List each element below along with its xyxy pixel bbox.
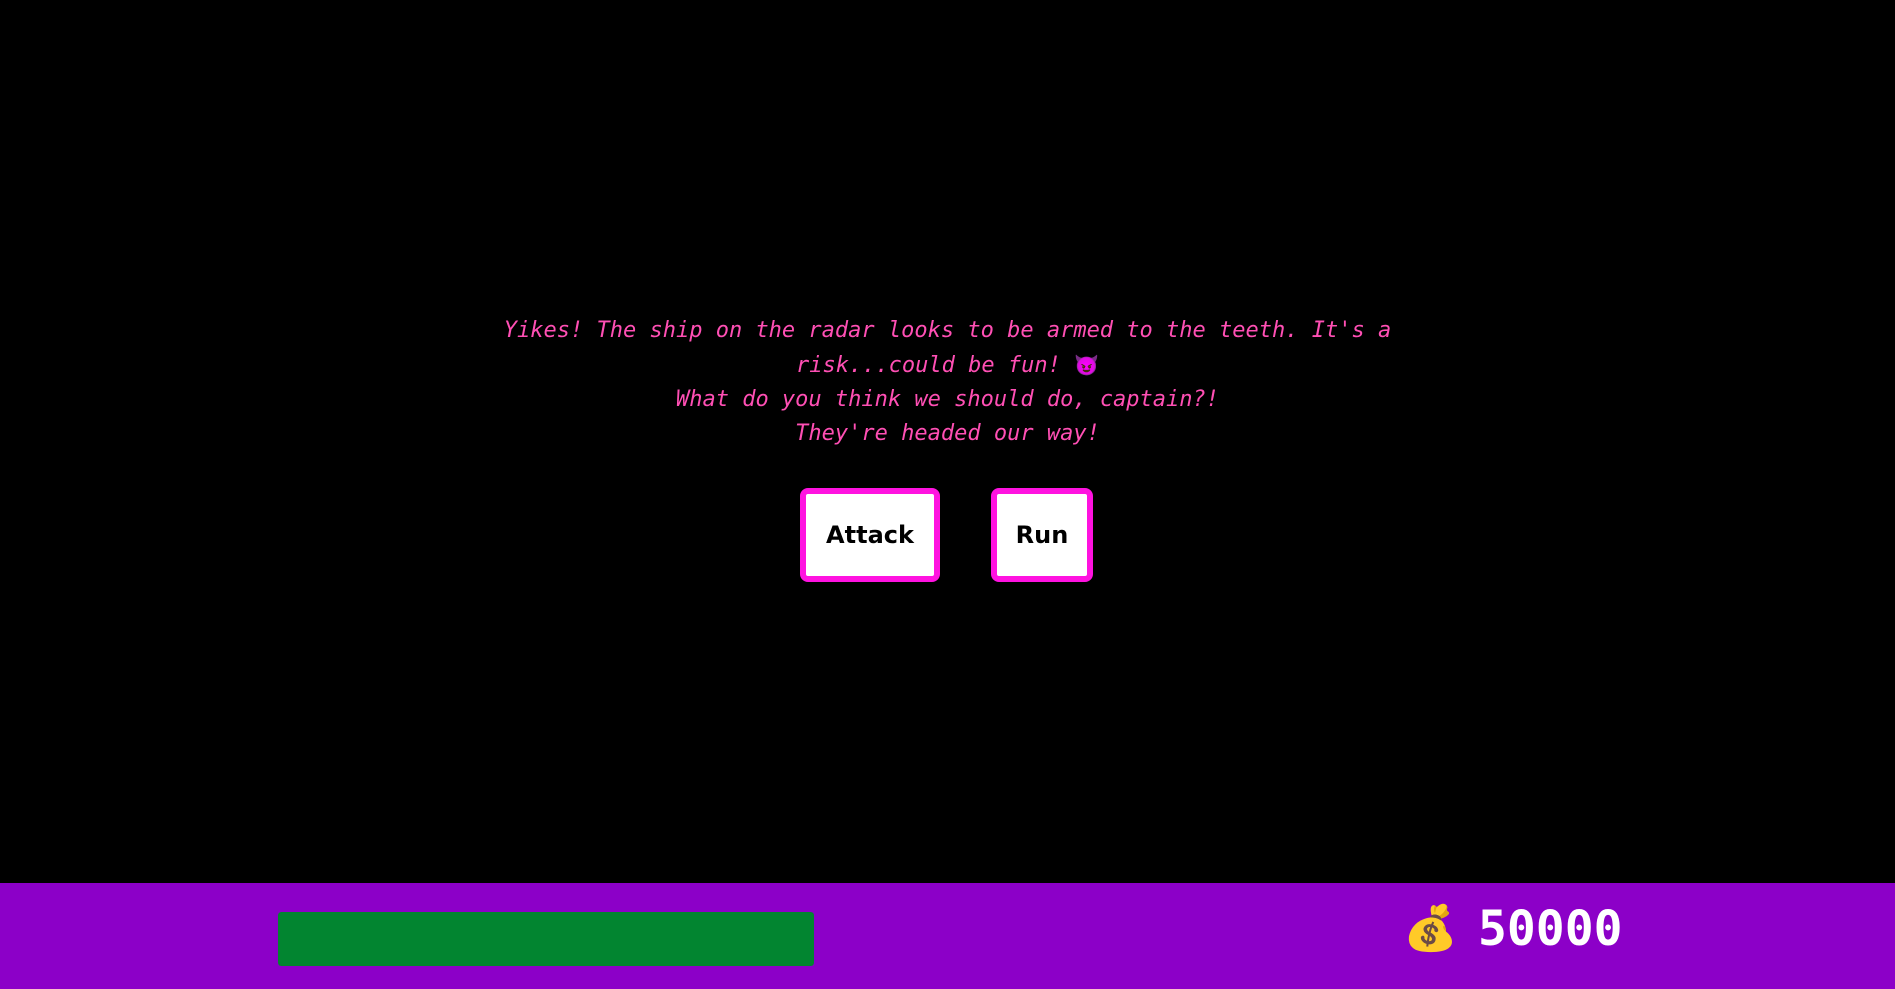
choice-buttons: Attack Run (0, 488, 1895, 582)
story-line-3: They're headed our way! (795, 421, 1100, 446)
health-bar (278, 912, 814, 966)
run-button[interactable]: Run (991, 488, 1093, 582)
story-line-1-text: Yikes! The ship on the radar looks to be… (503, 318, 1392, 378)
money-counter: 50000 (1478, 901, 1623, 957)
devil-icon: 😈 (1074, 353, 1100, 377)
health-bar-fill (278, 912, 814, 966)
story-line-1: Yikes! The ship on the radar looks to be… (470, 314, 1425, 383)
story-text: Yikes! The ship on the radar looks to be… (470, 314, 1425, 451)
money-bag-icon: 💰 (1403, 904, 1458, 953)
attack-button[interactable]: Attack (800, 488, 940, 582)
game-screen: Yikes! The ship on the radar looks to be… (0, 0, 1895, 989)
status-bar: 💰 50000 (0, 883, 1895, 989)
story-line-2: What do you think we should do, captain?… (675, 387, 1220, 412)
